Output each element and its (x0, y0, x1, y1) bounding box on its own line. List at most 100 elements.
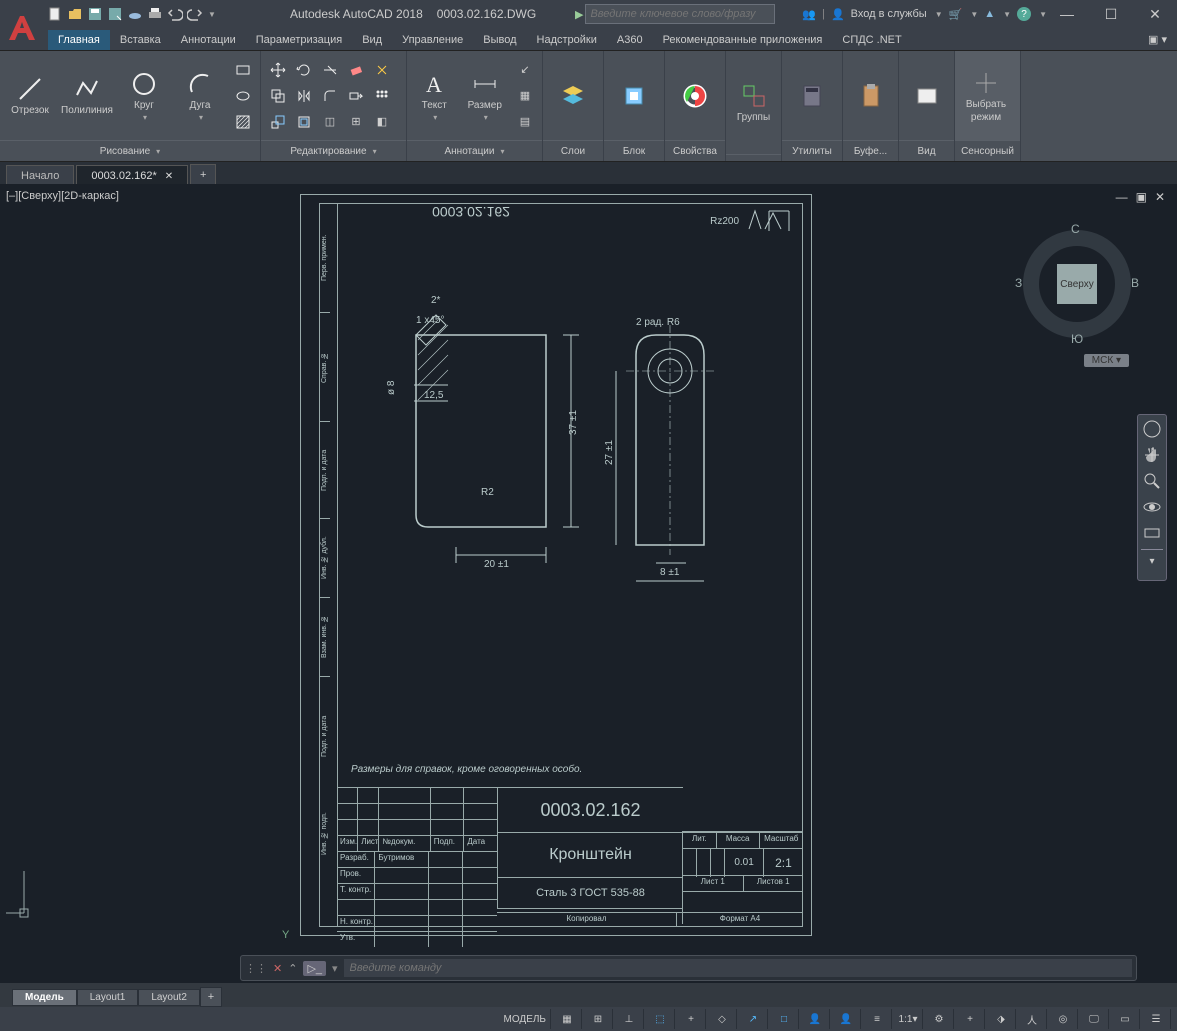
tool-touch[interactable]: Выбратьрежим (961, 56, 1011, 136)
doc-tab-start[interactable]: Начало (6, 165, 74, 186)
nav-showmotion-icon[interactable] (1142, 523, 1162, 543)
tool-rotate-icon[interactable] (293, 59, 315, 81)
tool-circle[interactable]: Круг▾ (120, 56, 168, 136)
layout-tab-add-button[interactable]: + (200, 987, 222, 1007)
sb-grid-icon[interactable]: ▦ (553, 1009, 582, 1029)
tool-properties[interactable] (671, 56, 719, 136)
qat-saveas-icon[interactable] (106, 5, 124, 23)
sb-person2-icon[interactable]: 👤 (832, 1009, 861, 1029)
tool-stretch-icon[interactable] (345, 85, 367, 107)
panel-layers-title[interactable]: Слои (543, 140, 603, 161)
sb-dyn-icon[interactable]: + (677, 1009, 706, 1029)
tool-scale-icon[interactable] (267, 111, 289, 133)
sb-model[interactable]: МОДЕЛЬ (500, 1009, 551, 1029)
tool-move-icon[interactable] (267, 59, 289, 81)
qat-redo-icon[interactable] (186, 5, 204, 23)
viewcube-south[interactable]: Ю (1071, 332, 1083, 346)
sb-monitor-icon[interactable]: 🖵 (1080, 1009, 1109, 1029)
tab-view[interactable]: Вид (352, 30, 392, 50)
sb-custom-icon[interactable]: ☰ (1142, 1009, 1171, 1029)
tab-spds[interactable]: СПДС .NET (832, 30, 911, 50)
layout-tab-2[interactable]: Layout2 (138, 989, 200, 1006)
cmd-handle-icon[interactable]: ⋮⋮ (245, 962, 267, 975)
qat-undo-icon[interactable] (166, 5, 184, 23)
signin-icon[interactable]: 👤 (831, 8, 845, 21)
nav-zoom-icon[interactable] (1142, 471, 1162, 491)
tool-ellipse-icon[interactable] (232, 85, 254, 107)
tool-offset-icon[interactable] (293, 111, 315, 133)
layout-tab-1[interactable]: Layout1 (77, 989, 139, 1006)
tool-dimension[interactable]: Размер▾ (464, 56, 507, 136)
app-icon[interactable]: ▲ (984, 8, 995, 20)
tool-copy-icon[interactable] (267, 85, 289, 107)
sb-gear-icon[interactable]: ⚙ (925, 1009, 954, 1029)
tool-view[interactable] (905, 56, 948, 136)
minimize-button[interactable]: — (1045, 0, 1089, 28)
sb-infer-icon[interactable]: ⊥ (615, 1009, 644, 1029)
sb-snap-icon[interactable]: ⊞ (584, 1009, 613, 1029)
nav-pan-icon[interactable] (1142, 445, 1162, 465)
search-input[interactable] (585, 4, 775, 24)
vp-min-icon[interactable]: — (1116, 190, 1128, 204)
viewcube-face[interactable]: Сверху (1057, 264, 1097, 304)
tool-mirror-icon[interactable] (293, 85, 315, 107)
tab-featured[interactable]: Рекомендованные приложения (653, 30, 833, 50)
sb-annoscale-icon[interactable]: 人 (1018, 1009, 1047, 1029)
sb-osnap-icon[interactable]: □ (770, 1009, 799, 1029)
panel-modify-title[interactable]: Редактирование▾ (261, 140, 406, 161)
wcs-badge[interactable]: МСК ▾ (1084, 354, 1129, 367)
tool-block[interactable] (610, 56, 658, 136)
panel-utilities-title[interactable]: Утилиты (782, 140, 842, 161)
vp-close-icon[interactable]: ✕ (1155, 190, 1165, 204)
tab-addins[interactable]: Надстройки (527, 30, 607, 50)
sb-clean-icon[interactable]: ▭ (1111, 1009, 1140, 1029)
command-input[interactable] (344, 959, 1132, 977)
nav-expand-icon[interactable]: ▾ (1142, 556, 1162, 576)
tool-array-icon[interactable] (371, 85, 393, 107)
tool-polyline[interactable]: Полилиния (62, 56, 112, 136)
doc-tab-new-button[interactable]: + (190, 164, 216, 186)
tool-erase-icon[interactable] (345, 59, 367, 81)
sb-scale[interactable]: 1:1 ▾ (894, 1009, 923, 1029)
sb-plus-icon[interactable]: + (956, 1009, 985, 1029)
doc-tab-current[interactable]: 0003.02.162*✕ (76, 165, 188, 186)
sb-iso-icon[interactable]: ↗ (739, 1009, 768, 1029)
sb-polar-icon[interactable]: ◇ (708, 1009, 737, 1029)
tool-table-icon[interactable]: ▦ (514, 85, 536, 107)
tab-output[interactable]: Вывод (473, 30, 526, 50)
qat-plot-icon[interactable] (146, 5, 164, 23)
a360-icon[interactable]: 👥 (802, 8, 816, 21)
tool-fillet-icon[interactable] (319, 85, 341, 107)
viewport-label[interactable]: [–][Сверху][2D-каркас] (6, 190, 119, 202)
nav-orbit-icon[interactable] (1142, 497, 1162, 517)
tool-rectangle-icon[interactable] (232, 59, 254, 81)
cmd-recent-icon[interactable]: ⌃ (288, 962, 297, 975)
layout-tab-model[interactable]: Модель (12, 989, 77, 1006)
tab-close-icon[interactable]: ✕ (165, 171, 173, 182)
tool-text[interactable]: AТекст▾ (413, 56, 456, 136)
qat-save-icon[interactable] (86, 5, 104, 23)
cmd-close-icon[interactable]: ✕ (273, 962, 282, 975)
vp-max-icon[interactable]: ▣ (1136, 190, 1147, 204)
tool-utilities[interactable] (788, 56, 836, 136)
app-logo[interactable] (2, 8, 42, 48)
viewcube-north[interactable]: С (1071, 222, 1080, 236)
tab-home[interactable]: Главная (48, 30, 110, 50)
tool-extra1-icon[interactable]: ◫ (319, 111, 341, 133)
drawing-area[interactable]: [–][Сверху][2D-каркас] — ▣ ✕ Перв. приме… (0, 184, 1177, 983)
panel-annotation-title[interactable]: Аннотации▾ (407, 140, 542, 161)
tab-annotate[interactable]: Аннотации (171, 30, 246, 50)
tool-layers[interactable] (549, 56, 597, 136)
signin-label[interactable]: Вход в службы (851, 8, 927, 20)
panel-view-title[interactable]: Вид (899, 140, 954, 161)
panel-clipboard-title[interactable]: Буфе... (843, 140, 898, 161)
viewcube-east[interactable]: В (1131, 276, 1139, 290)
panel-draw-title[interactable]: Рисование▾ (0, 140, 260, 161)
tool-mtext-icon[interactable]: ▤ (514, 111, 536, 133)
tool-extra2-icon[interactable]: ⊞ (345, 111, 367, 133)
sb-lineweight-icon[interactable]: ≡ (863, 1009, 892, 1029)
close-button[interactable]: ✕ (1133, 0, 1177, 28)
ribbon-options-icon[interactable]: ▣ ▾ (1138, 29, 1177, 50)
tool-trim-icon[interactable] (319, 59, 341, 81)
tool-hatch-icon[interactable] (232, 111, 254, 133)
